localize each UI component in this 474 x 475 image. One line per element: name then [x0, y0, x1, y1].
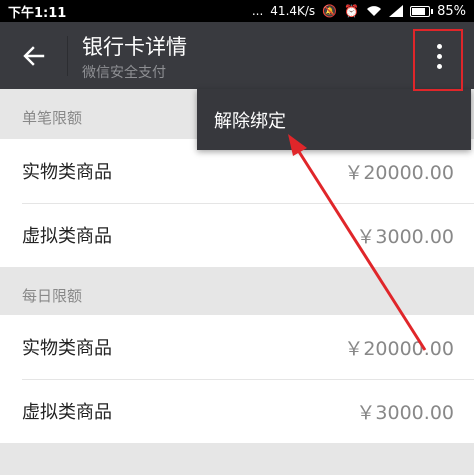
network-speed: 41.4K/s — [270, 4, 316, 18]
status-bar: 下午1:11 ... 41.4K/s 🔕 ⏰ 85% — [0, 0, 474, 22]
list-item: 实物类商品 ￥20000.00 — [0, 315, 474, 379]
daily-limit-group: 实物类商品 ￥20000.00 虚拟类商品 ￥3000.00 — [0, 315, 474, 443]
row-amount: ￥3000.00 — [356, 401, 454, 424]
signal-icon — [389, 5, 404, 17]
back-arrow-icon — [23, 46, 45, 66]
battery-fill — [412, 7, 425, 15]
battery-icon — [410, 5, 434, 17]
row-amount: ￥20000.00 — [344, 161, 454, 184]
status-icons: ... 41.4K/s 🔕 ⏰ 85% — [252, 4, 466, 19]
annotation-highlight-box — [413, 29, 463, 91]
app-bar: 银行卡详情 微信安全支付 — [0, 22, 474, 89]
wifi-icon — [367, 6, 382, 16]
alarm-icon: ⏰ — [344, 4, 360, 18]
row-label: 实物类商品 — [22, 338, 112, 359]
list-item: 虚拟类商品 ￥3000.00 — [0, 379, 474, 443]
row-amount: ￥20000.00 — [344, 337, 454, 360]
app-bar-divider — [67, 36, 68, 76]
status-time: 下午1:11 — [8, 5, 67, 21]
list-item: 虚拟类商品 ￥3000.00 — [0, 203, 474, 267]
row-label: 虚拟类商品 — [22, 402, 112, 423]
single-limit-group: 实物类商品 ￥20000.00 虚拟类商品 ￥3000.00 — [0, 139, 474, 267]
back-button[interactable] — [18, 40, 50, 72]
row-label: 实物类商品 — [22, 162, 112, 183]
page-subtitle: 微信安全支付 — [82, 65, 166, 81]
page-title: 银行卡详情 — [82, 35, 187, 59]
row-amount: ￥3000.00 — [356, 225, 454, 248]
unbind-menu-item[interactable]: 解除绑定 — [214, 107, 286, 133]
section-header-daily-limit: 每日限额 — [22, 287, 83, 305]
status-dots: ... — [251, 4, 264, 18]
popup-menu: 解除绑定 — [197, 89, 471, 150]
row-label: 虚拟类商品 — [22, 226, 112, 247]
mute-icon: 🔕 — [322, 4, 338, 18]
battery-percent: 85% — [437, 3, 466, 19]
